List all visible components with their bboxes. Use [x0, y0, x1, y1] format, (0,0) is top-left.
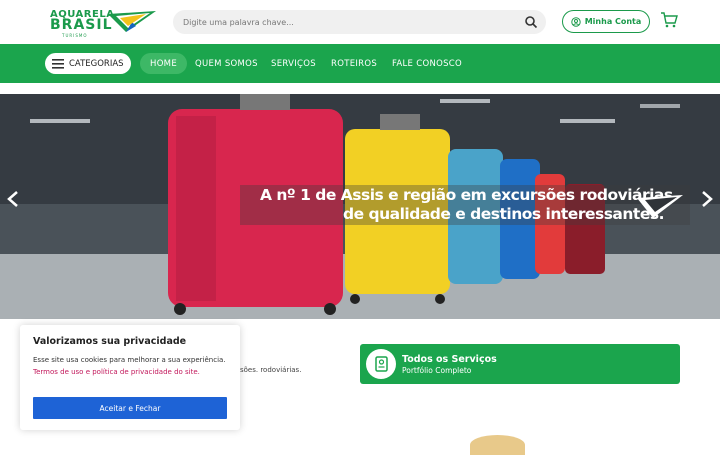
- nav-servicos[interactable]: SERVIÇOS: [271, 53, 316, 74]
- partial-image: [470, 435, 525, 455]
- categories-button[interactable]: CATEGORIAS: [45, 53, 131, 74]
- paper-plane-logo-icon: [108, 11, 156, 32]
- portfolio-icon: [375, 356, 388, 372]
- nav-home[interactable]: HOME: [140, 53, 187, 74]
- hero-slider: A nº 1 de Assis e região em excursões ro…: [0, 94, 720, 319]
- cookie-body: Esse site usa cookies para melhorar a su…: [33, 356, 226, 364]
- next-slide-arrow-icon[interactable]: [700, 190, 714, 208]
- all-services-card[interactable]: Todos os Serviços Portfólio Completo: [360, 344, 680, 384]
- logo[interactable]: AQUARELA BRASIL TURISMO: [48, 8, 160, 38]
- hero-headline-line1: A nº 1 de Assis e região em excursões ro…: [260, 186, 673, 204]
- accept-cookies-button[interactable]: Aceitar e Fechar: [33, 397, 227, 419]
- privacy-policy-link[interactable]: Termos de uso e política de privacidade …: [33, 368, 200, 376]
- nav-roteiros[interactable]: ROTEIROS: [331, 53, 377, 74]
- cookie-title: Valorizamos sua privacidade: [33, 336, 187, 347]
- main-navbar: CATEGORIAS HOME QUEM SOMOS SERVIÇOS ROTE…: [0, 44, 720, 83]
- cart-icon[interactable]: [660, 11, 678, 29]
- services-title: Todos os Serviços: [402, 354, 497, 365]
- hero-headline-line2: de qualidade e destinos interessantes.: [343, 205, 664, 223]
- search-icon[interactable]: [524, 15, 538, 29]
- services-icon-circle: [366, 349, 396, 379]
- services-subtitle: Portfólio Completo: [402, 366, 472, 375]
- header: AQUARELA BRASIL TURISMO Minha Conta: [0, 0, 720, 44]
- cookie-consent-dialog: Valorizamos sua privacidade Esse site us…: [20, 325, 240, 430]
- nav-fale-conosco[interactable]: FALE CONOSCO: [392, 53, 462, 74]
- prev-slide-arrow-icon[interactable]: [6, 190, 20, 208]
- search-bar: [173, 10, 546, 34]
- user-icon: [571, 16, 581, 27]
- search-input[interactable]: [173, 10, 513, 34]
- logo-text-brasil: BRASIL: [50, 17, 113, 33]
- paper-plane-icon: [637, 195, 683, 218]
- my-account-button[interactable]: Minha Conta: [562, 10, 650, 33]
- my-account-label: Minha Conta: [584, 17, 642, 26]
- partial-body-text: sões. rodoviárias.: [240, 366, 302, 374]
- logo-text-turismo: TURISMO: [62, 33, 88, 38]
- menu-icon: [52, 58, 64, 69]
- categories-label: CATEGORIAS: [69, 58, 124, 69]
- cookie-text: Esse site usa cookies para melhorar a su…: [33, 354, 228, 378]
- nav-quem-somos[interactable]: QUEM SOMOS: [195, 53, 258, 74]
